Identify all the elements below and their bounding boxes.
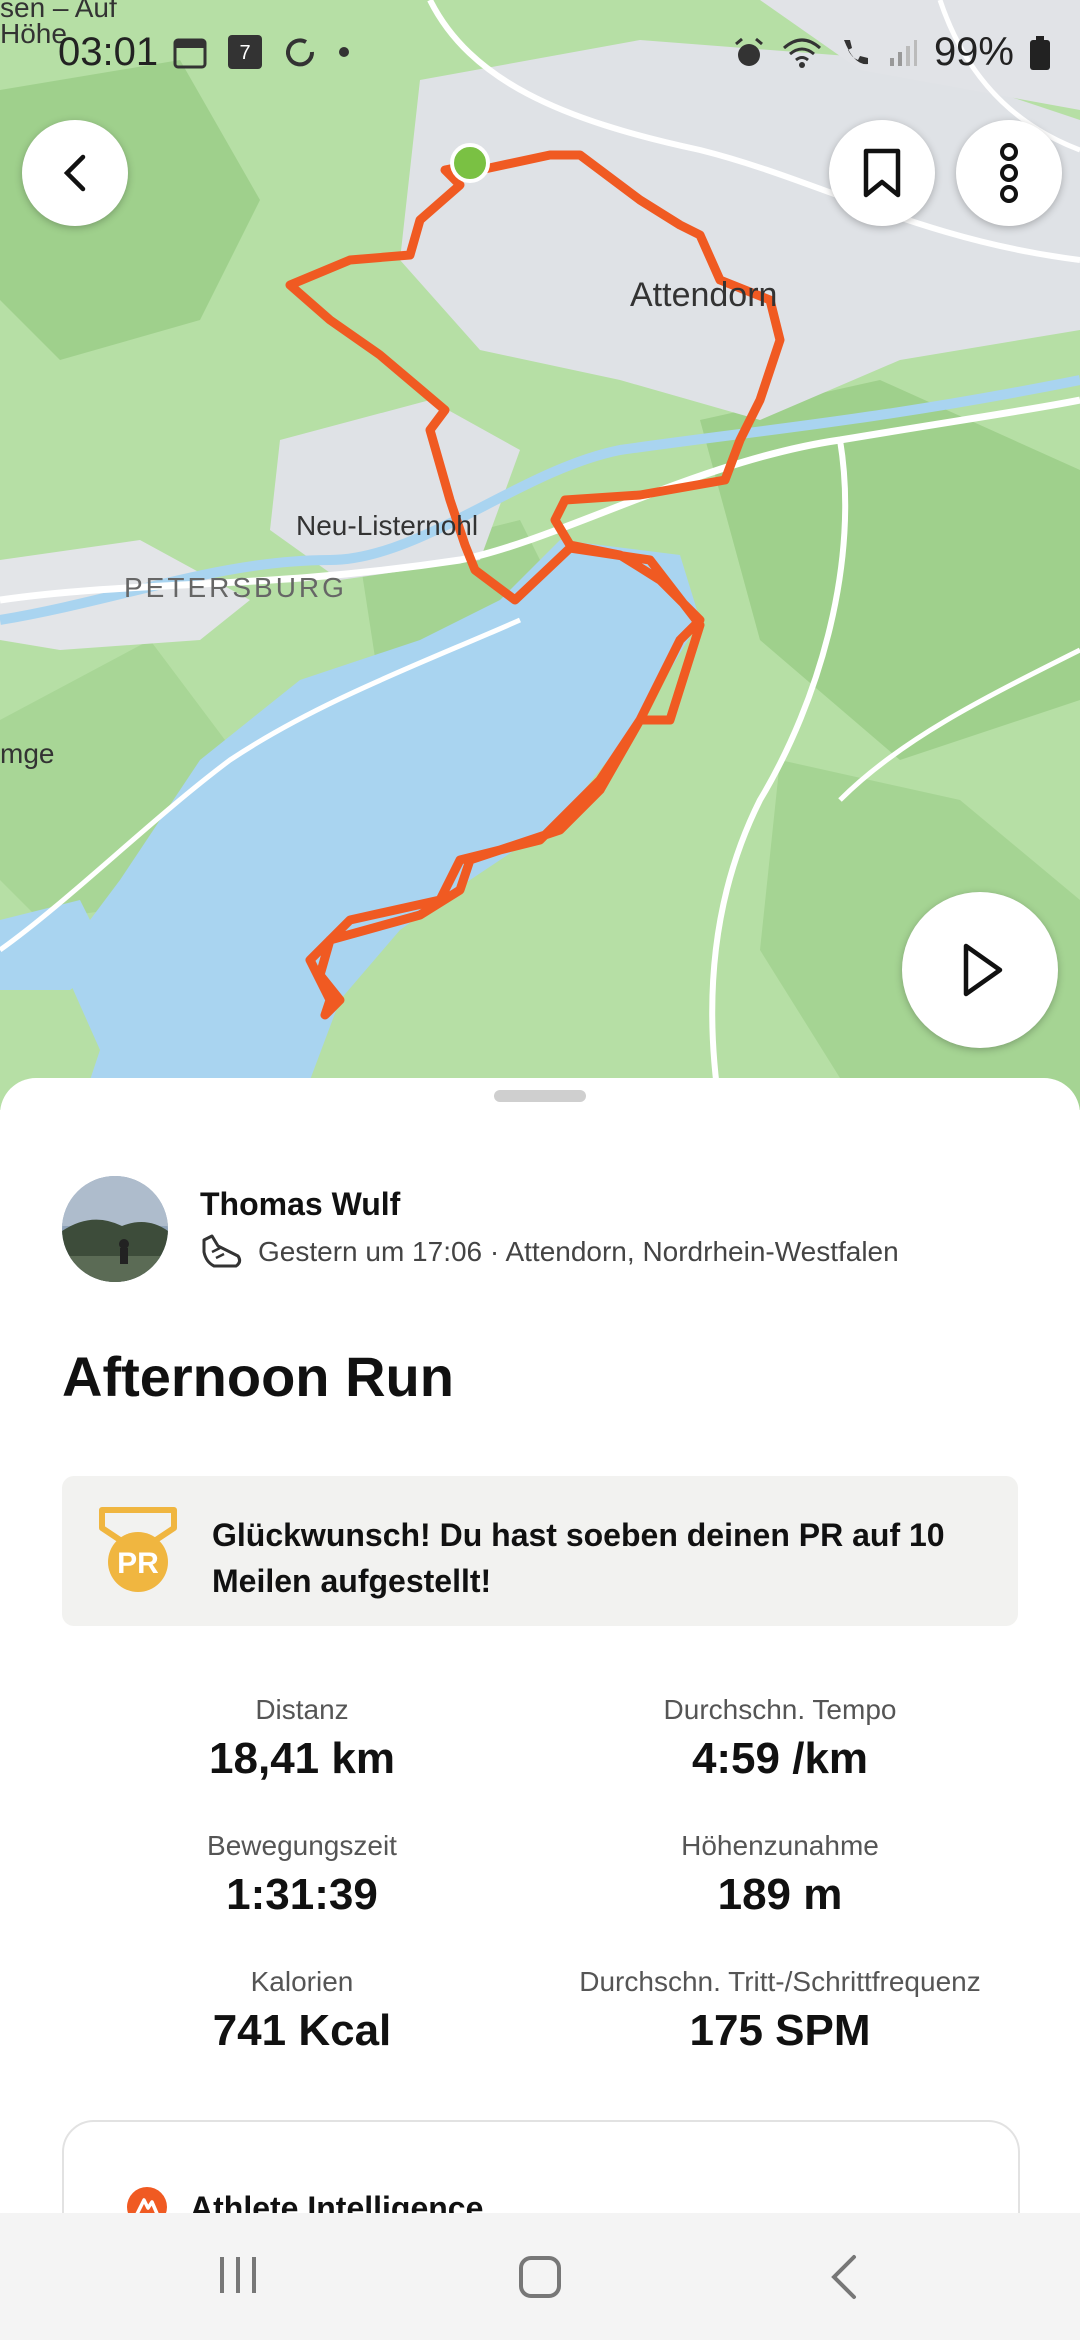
recent-apps-icon[interactable] <box>216 2255 260 2295</box>
system-back-icon[interactable] <box>826 2253 862 2301</box>
stat-label: Höhenzunahme <box>681 1830 879 1861</box>
play-flyover-button[interactable] <box>902 892 1058 1048</box>
stat-moving-time: Bewegungszeit 1:31:39 <box>62 1830 542 1920</box>
signal-icon <box>889 39 917 66</box>
pr-banner[interactable]: PR Glückwunsch! Du hast soeben deinen PR… <box>62 1476 1018 1626</box>
more-options-button[interactable] <box>956 120 1062 226</box>
stat-elevation-gain: Höhenzunahme 189 m <box>540 1830 1020 1920</box>
stat-value: 4:59 /km <box>691 1734 869 1783</box>
wifi-icon <box>782 38 821 68</box>
battery-icon <box>1030 35 1050 70</box>
athlete-name[interactable]: Thomas Wulf <box>200 1186 400 1223</box>
pr-message: Glückwunsch! Du hast soeben deinen PR au… <box>212 1517 945 1599</box>
stat-label: Durchschn. Tempo <box>663 1694 897 1725</box>
avatar[interactable] <box>62 1176 168 1282</box>
calendar-day-icon: 7 <box>228 35 262 69</box>
stat-value: 18,41 km <box>209 1734 395 1783</box>
stat-value: 175 SPM <box>689 2006 871 2055</box>
stat-value: 741 Kcal <box>212 2006 392 2055</box>
sync-icon <box>286 38 315 67</box>
sheet-drag-handle[interactable] <box>494 1090 586 1102</box>
stat-label: Distanz <box>255 1694 349 1725</box>
stat-calories: Kalorien 741 Kcal <box>62 1966 542 2056</box>
back-arrow-icon <box>63 154 86 192</box>
calendar-icon <box>173 38 207 69</box>
system-nav-bar <box>0 2213 1080 2340</box>
notification-dot-icon <box>339 47 349 57</box>
more-vertical-icon <box>1000 143 1018 203</box>
stat-label: Bewegungszeit <box>207 1830 397 1861</box>
status-left-icons: 7 <box>172 34 350 70</box>
activity-title: Afternoon Run <box>62 1345 454 1408</box>
avatar-image <box>62 1176 168 1282</box>
activity-meta-text: Gestern um 17:06 · Attendorn, Nordrhein-… <box>258 1236 899 1267</box>
stat-avg-pace: Durchschn. Tempo 4:59 /km <box>540 1694 1020 1784</box>
battery-percent: 99% <box>933 30 1014 74</box>
calendar-day-number: 7 <box>239 42 251 64</box>
status-bar: 03:01 7 99% <box>0 0 1080 110</box>
home-icon[interactable] <box>518 2255 562 2299</box>
status-time: 03:01 <box>58 30 159 74</box>
bookmark-icon <box>863 148 901 198</box>
pr-medal-icon: PR <box>99 1507 177 1592</box>
stat-label: Kalorien <box>250 1966 354 1997</box>
stat-avg-cadence: Durchschn. Tritt-/Schrittfrequenz 175 SP… <box>540 1966 1020 2056</box>
bookmark-button[interactable] <box>829 120 935 226</box>
pr-badge-text: PR <box>117 1547 159 1580</box>
map-label-neu-listernohl: Neu-Listernohl <box>296 510 479 541</box>
activity-details-sheet[interactable]: Thomas Wulf Gestern um 17:06 · Attendorn… <box>0 1078 1080 2213</box>
play-icon <box>963 943 1003 997</box>
running-shoe-icon <box>202 1234 242 1268</box>
back-button[interactable] <box>22 120 128 226</box>
activity-meta: Gestern um 17:06 · Attendorn, Nordrhein-… <box>200 1232 899 1272</box>
map-label-petersburg: PETERSBURG <box>124 572 347 603</box>
stat-distance: Distanz 18,41 km <box>62 1694 542 1784</box>
alarm-icon <box>734 37 763 66</box>
stat-value: 1:31:39 <box>226 1870 378 1919</box>
map-label-mge: mge <box>0 738 55 769</box>
map-label-attendorn: Attendorn <box>630 276 778 314</box>
stat-label: Durchschn. Tritt-/Schrittfrequenz <box>579 1966 981 1997</box>
stat-value: 189 m <box>717 1870 843 1919</box>
status-right-icons: 99% <box>732 30 1050 75</box>
wifi-call-icon <box>843 39 868 64</box>
